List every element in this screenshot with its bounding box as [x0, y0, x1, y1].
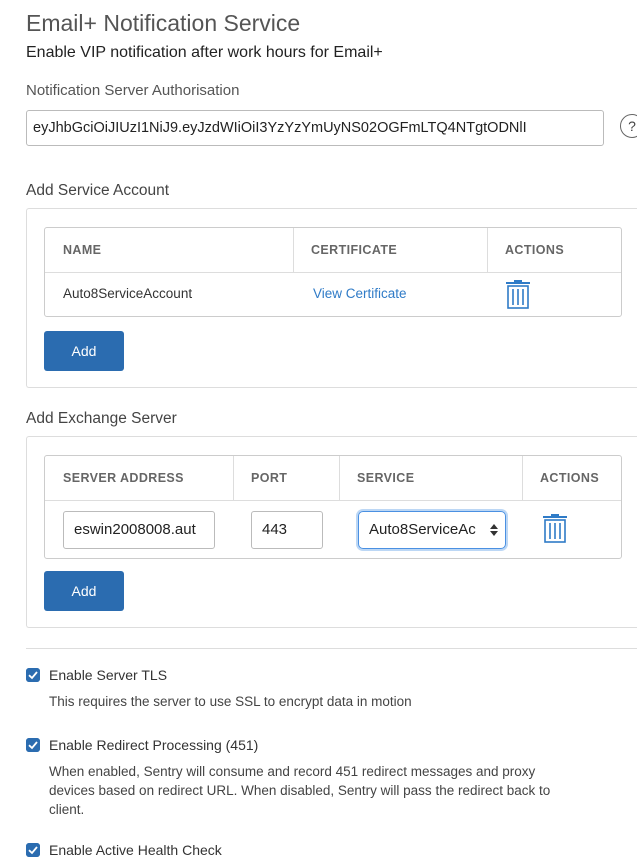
exchange-table: SERVER ADDRESS PORT SERVICE ACTIONS eswi… [44, 455, 622, 559]
service-select[interactable]: Auto8ServiceAc [358, 511, 506, 549]
select-arrows-icon [490, 524, 498, 536]
auth-label: Notification Server Authorisation [26, 82, 240, 99]
server-tls-label: Enable Server TLS [49, 667, 168, 683]
redirect-processing-label: Enable Redirect Processing (451) [49, 737, 259, 753]
service-account-section-title: Add Service Account [26, 182, 170, 199]
active-health-check-checkbox[interactable] [26, 843, 40, 857]
column-header-service: SERVICE [357, 471, 415, 485]
auth-token-input[interactable]: eyJhbGciOiJIUzI1NiJ9.eyJzdWIiOiI3YzYzYmU… [26, 110, 604, 146]
service-account-table: NAME CERTIFICATE ACTIONS Auto8ServiceAcc… [44, 227, 622, 317]
column-header-certificate: CERTIFICATE [311, 243, 398, 257]
page-subtitle: Enable VIP notification after work hours… [26, 44, 383, 61]
page-title: Email+ Notification Service [26, 10, 301, 36]
service-select-value: Auto8ServiceAc [369, 521, 476, 538]
add-service-account-button[interactable]: Add [44, 331, 124, 371]
add-exchange-server-button[interactable]: Add [44, 571, 124, 611]
server-tls-checkbox[interactable] [26, 668, 40, 682]
divider [26, 648, 637, 649]
redirect-processing-description: When enabled, Sentry will consume and re… [49, 764, 551, 817]
help-icon[interactable]: ? [620, 114, 637, 138]
exchange-panel: SERVER ADDRESS PORT SERVICE ACTIONS eswi… [26, 436, 637, 628]
server-tls-description: This requires the server to use SSL to e… [49, 694, 412, 709]
server-address-input[interactable]: eswin2008008.aut [63, 511, 215, 549]
trash-icon[interactable] [505, 280, 531, 310]
trash-icon[interactable] [542, 514, 568, 544]
column-header-actions: ACTIONS [540, 471, 600, 485]
exchange-section-title: Add Exchange Server [26, 410, 177, 427]
column-header-actions: ACTIONS [505, 243, 565, 257]
column-header-name: NAME [63, 243, 102, 257]
service-account-panel: NAME CERTIFICATE ACTIONS Auto8ServiceAcc… [26, 208, 637, 388]
port-input[interactable]: 443 [251, 511, 323, 549]
column-header-server-address: SERVER ADDRESS [63, 471, 184, 485]
service-account-name: Auto8ServiceAccount [63, 286, 193, 301]
redirect-processing-checkbox[interactable] [26, 738, 40, 752]
column-header-port: PORT [251, 471, 288, 485]
view-certificate-link[interactable]: View Certificate [313, 286, 407, 301]
active-health-check-label: Enable Active Health Check [49, 842, 222, 858]
